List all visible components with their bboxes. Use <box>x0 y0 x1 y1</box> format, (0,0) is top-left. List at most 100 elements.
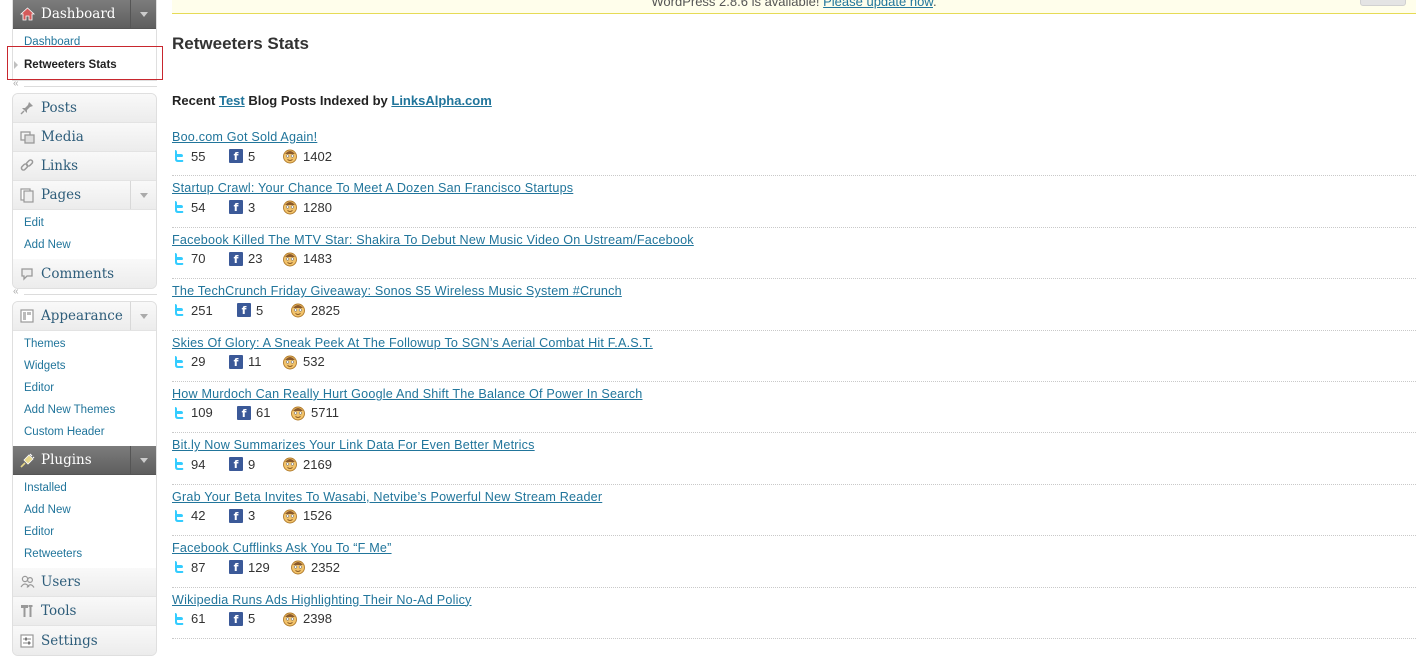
menu-tools[interactable]: Tools <box>13 597 156 626</box>
facebook-icon: f <box>229 560 243 575</box>
update-notice-end: . <box>932 0 937 9</box>
facebook-stat: f 11 <box>229 354 272 369</box>
media-icon <box>13 130 41 144</box>
post-title-link[interactable]: Startup Crawl: Your Chance To Meet A Doz… <box>172 181 573 195</box>
menu-plugins[interactable]: Plugins <box>13 446 156 475</box>
views-stat: 2398 <box>282 611 332 627</box>
facebook-count: 9 <box>248 456 256 472</box>
pages-toggle[interactable] <box>130 181 156 209</box>
submenu-pages-edit[interactable]: Edit <box>13 212 156 234</box>
submenu-installed[interactable]: Installed <box>13 477 156 499</box>
menu-comments[interactable]: Comments <box>13 259 156 288</box>
post-stats: 70 f 23 1483 <box>172 249 1416 269</box>
post-title-link[interactable]: Boo.com Got Sold Again! <box>172 130 317 144</box>
list-item: Bit.ly Now Summarizes Your Link Data For… <box>172 433 1416 485</box>
twitter-icon <box>172 149 186 163</box>
menu-separator[interactable] <box>12 286 157 301</box>
dashboard-toggle[interactable] <box>130 0 156 28</box>
menu-posts[interactable]: Posts <box>13 94 156 123</box>
plugins-toggle[interactable] <box>130 446 156 474</box>
list-item: Grab Your Beta Invites To Wasabi, Netvib… <box>172 485 1416 537</box>
twitter-icon <box>172 200 186 214</box>
smiley-face-icon <box>282 354 298 370</box>
settings-menu-block: Appearance Themes Widgets Editor Add New… <box>12 301 157 656</box>
menu-appearance[interactable]: Appearance <box>13 302 156 331</box>
chevron-down-icon <box>139 313 148 319</box>
post-stats: 29 f 11 532 <box>172 352 1416 372</box>
list-item: Skies Of Glory: A Sneak Peek At The Foll… <box>172 331 1416 382</box>
help-tab[interactable] <box>1360 0 1406 6</box>
submenu-plugins-add-new[interactable]: Add New <box>13 499 156 521</box>
linksalpha-link[interactable]: LinksAlpha.com <box>391 93 491 108</box>
twitter-icon <box>172 303 186 317</box>
post-title-link[interactable]: Facebook Cufflinks Ask You To “F Me” <box>172 541 392 555</box>
views-count: 2398 <box>303 611 332 627</box>
menu-users[interactable]: Users <box>13 568 156 597</box>
facebook-stat: f 23 <box>229 251 272 266</box>
post-title-link[interactable]: The TechCrunch Friday Giveaway: Sonos S5… <box>172 284 622 298</box>
submenu-themes[interactable]: Themes <box>13 333 156 355</box>
menu-links-label: Links <box>41 158 79 174</box>
menu-dashboard[interactable]: Dashboard <box>13 0 156 29</box>
views-stat: 1526 <box>282 508 332 524</box>
post-title-link[interactable]: Facebook Killed The MTV Star: Shakira To… <box>172 233 694 247</box>
tweet-count: 54 <box>191 199 206 215</box>
post-title-link[interactable]: Skies Of Glory: A Sneak Peek At The Foll… <box>172 336 653 350</box>
post-stats: 61 f 5 2398 <box>172 609 1416 629</box>
views-count: 2169 <box>303 456 332 472</box>
facebook-icon: f <box>237 303 251 318</box>
post-title-link[interactable]: Bit.ly Now Summarizes Your Link Data For… <box>172 438 535 452</box>
post-title-link[interactable]: Wikipedia Runs Ads Highlighting Their No… <box>172 593 472 607</box>
facebook-icon: f <box>229 611 243 626</box>
facebook-icon: f <box>229 457 243 472</box>
menu-pages-label: Pages <box>41 187 82 203</box>
menu-pages[interactable]: Pages <box>13 181 156 210</box>
post-stats: 109 f 61 5711 <box>172 403 1416 423</box>
menu-settings[interactable]: Settings <box>13 626 156 655</box>
submenu-plugins-editor[interactable]: Editor <box>13 521 156 543</box>
submenu-retweeters-stats[interactable]: Retweeters Stats <box>13 53 156 77</box>
menu-tools-label: Tools <box>41 603 77 619</box>
views-stat: 5711 <box>290 405 339 421</box>
users-icon <box>13 575 41 589</box>
tweet-stat: 61 <box>172 611 219 626</box>
submenu-pages-add-new[interactable]: Add New <box>13 234 156 256</box>
tweet-count: 29 <box>191 354 206 370</box>
menu-media-label: Media <box>41 129 84 145</box>
views-count: 1402 <box>303 148 332 164</box>
facebook-count: 3 <box>248 508 256 524</box>
views-count: 5711 <box>311 405 339 421</box>
submenu-appearance-editor[interactable]: Editor <box>13 377 156 399</box>
views-stat: 1402 <box>282 148 332 164</box>
submenu-add-new-themes[interactable]: Add New Themes <box>13 399 156 421</box>
tweet-count: 42 <box>191 508 206 524</box>
dashboard-menu: Dashboard Dashboard Retweeters Stats <box>12 0 157 81</box>
submenu-custom-header[interactable]: Custom Header <box>13 421 156 443</box>
post-title-link[interactable]: Grab Your Beta Invites To Wasabi, Netvib… <box>172 490 602 504</box>
submenu-retweeters[interactable]: Retweeters <box>13 543 156 565</box>
views-stat: 1280 <box>282 199 332 215</box>
facebook-icon: f <box>229 354 243 369</box>
list-item: The TechCrunch Friday Giveaway: Sonos S5… <box>172 279 1416 331</box>
menu-links[interactable]: Links <box>13 152 156 181</box>
menu-separator[interactable] <box>12 78 157 93</box>
appearance-toggle[interactable] <box>130 302 156 330</box>
menu-media[interactable]: Media <box>13 123 156 152</box>
menu-posts-label: Posts <box>41 100 77 116</box>
update-now-link[interactable]: Please update now <box>823 0 933 9</box>
facebook-count: 23 <box>248 251 263 267</box>
chevron-down-icon <box>139 192 148 198</box>
menu-settings-label: Settings <box>41 632 98 649</box>
views-stat: 532 <box>282 354 325 370</box>
post-title-link[interactable]: How Murdoch Can Really Hurt Google And S… <box>172 387 642 401</box>
page-title: Retweeters Stats <box>172 34 310 53</box>
submenu-dashboard[interactable]: Dashboard <box>13 31 156 53</box>
tweet-stat: 94 <box>172 457 219 472</box>
menu-users-label: Users <box>41 574 81 590</box>
tweet-count: 87 <box>191 559 206 575</box>
blog-link[interactable]: Test <box>219 93 245 108</box>
submenu-widgets[interactable]: Widgets <box>13 355 156 377</box>
list-item: Facebook Cufflinks Ask You To “F Me” 87 … <box>172 536 1416 588</box>
facebook-stat: f 5 <box>229 611 272 626</box>
facebook-stat: f 61 <box>237 405 280 420</box>
